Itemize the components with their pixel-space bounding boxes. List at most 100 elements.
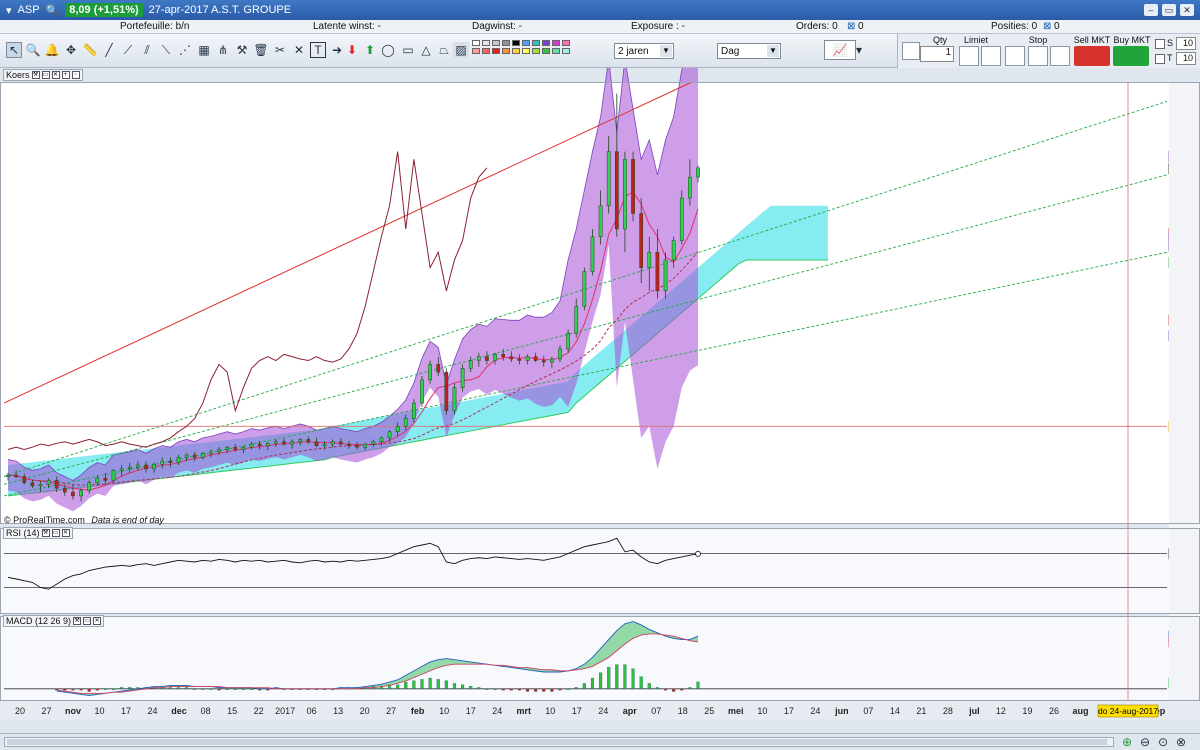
qty-input[interactable]: 1 <box>920 46 954 62</box>
candle-body <box>103 477 108 481</box>
macd-histogram-bar <box>461 684 465 689</box>
macd-histogram-bar <box>95 688 99 691</box>
swatch-dark-gray[interactable] <box>502 40 510 46</box>
candle-body <box>338 441 343 445</box>
delete-lines-icon[interactable]: ✕ <box>291 42 307 58</box>
swatch-lime[interactable] <box>532 48 540 54</box>
swatch-teal[interactable] <box>532 40 540 46</box>
maximize-button[interactable]: ▭ <box>1162 4 1176 16</box>
window-menu-icon[interactable]: ▾ <box>6 4 12 17</box>
alert-bell-icon[interactable]: 🔔 <box>44 42 60 58</box>
swatch-purple[interactable] <box>542 40 550 46</box>
limit-sell-icon[interactable] <box>959 46 979 66</box>
stop-buy-icon[interactable] <box>1028 46 1048 66</box>
swatch-white[interactable] <box>472 40 480 46</box>
swatch-aqua[interactable] <box>562 48 570 54</box>
close-icon[interactable]: ✕ <box>93 617 102 625</box>
swatch-magenta[interactable] <box>552 40 560 46</box>
arrow-right-icon[interactable]: ➜ <box>329 42 345 58</box>
chevron-down-icon[interactable]: ▼ <box>660 45 672 57</box>
crosshair-tool-icon[interactable]: ✥ <box>63 42 79 58</box>
trash-icon[interactable]: 🗑 <box>253 42 269 58</box>
zoom-out-icon[interactable]: ⊖ <box>1140 735 1150 749</box>
chart-canvas[interactable]: 98,57,56,55,554,543,58,23688,098,08007,2… <box>0 32 1200 733</box>
arrow-up-icon[interactable]: ⬆ <box>362 42 378 58</box>
fit-icon[interactable]: ⊙ <box>1158 735 1168 749</box>
horizontal-scrollbar[interactable] <box>4 737 1114 747</box>
close-button[interactable]: ✕ <box>1180 4 1194 16</box>
copyright-text: © ProRealTime.com <box>4 515 85 525</box>
expand-icon[interactable]: ▫ <box>71 71 80 79</box>
swatch-light-gray[interactable] <box>482 40 490 46</box>
swatch-light-red[interactable] <box>482 48 490 54</box>
swatch-orange[interactable] <box>502 48 510 54</box>
limit-buy-icon[interactable] <box>981 46 1001 66</box>
buy-market-button[interactable] <box>1113 46 1149 66</box>
x-axis-label: mei <box>728 706 744 716</box>
ray-tool-icon[interactable]: ⟋ <box>120 42 136 58</box>
swatch-mint[interactable] <box>552 48 560 54</box>
swatch-salmon[interactable] <box>472 48 480 54</box>
color-fill-icon[interactable]: ▨ <box>453 42 469 58</box>
candle-body <box>282 441 286 445</box>
swatch-pink[interactable] <box>562 40 570 46</box>
fan-tool-icon[interactable]: ⋰ <box>177 42 193 58</box>
swatch-gray[interactable] <box>492 40 500 46</box>
scissors-tool-icon[interactable]: ✂ <box>272 42 288 58</box>
ellipse-tool-icon[interactable]: ◯ <box>380 42 396 58</box>
hammer-tool-icon[interactable]: ⚒ <box>234 42 250 58</box>
period-select[interactable]: 2 jaren ▼ <box>614 43 674 59</box>
interval-select[interactable]: Dag ▼ <box>717 43 781 59</box>
swatch-green[interactable] <box>542 48 550 54</box>
t-value-input[interactable]: 10 <box>1176 52 1196 65</box>
s-value-input[interactable]: 10 <box>1176 37 1196 50</box>
zoom-tool-icon[interactable]: 🔍 <box>25 42 41 58</box>
window-icon[interactable]: ▭ <box>41 71 50 79</box>
extended-line-tool-icon[interactable]: ⟍ <box>158 42 174 58</box>
scroll-end-icon[interactable]: ⊗ <box>1176 735 1186 749</box>
wrench-icon[interactable]: ⚒ <box>31 71 40 79</box>
pointer-tool-icon[interactable]: ↖ <box>6 42 22 58</box>
candle-body <box>428 364 432 381</box>
chevron-down-icon[interactable]: ▾ <box>851 42 867 58</box>
trendline-tool-icon[interactable]: ╱ <box>101 42 117 58</box>
swatch-blue[interactable] <box>522 40 530 46</box>
order-settings-wrench-icon[interactable] <box>902 42 920 60</box>
ruler-tool-icon[interactable]: 📏 <box>82 42 98 58</box>
macd-histogram-bar <box>590 677 595 689</box>
scrollbar-thumb[interactable] <box>7 739 1107 745</box>
pitchfork-tool-icon[interactable]: ⋔ <box>215 42 231 58</box>
search-icon[interactable]: 🔍 <box>46 4 60 17</box>
zoom-in-icon[interactable]: ⊕ <box>1122 735 1132 749</box>
window-icon[interactable]: ▭ <box>83 617 92 625</box>
minimize-button[interactable]: – <box>1144 4 1158 16</box>
close-icon[interactable]: ✕ <box>51 71 60 79</box>
window-icon[interactable]: ▭ <box>51 529 60 537</box>
macd-histogram-bar <box>607 667 611 689</box>
fibonacci-tool-icon[interactable]: ▦ <box>196 42 212 58</box>
arrow-down-icon[interactable]: ⬇ <box>344 42 360 58</box>
stop-extra-icon[interactable] <box>1050 46 1070 66</box>
swatch-red[interactable] <box>492 48 500 54</box>
sell-market-button[interactable] <box>1074 46 1110 66</box>
stop-sell-icon[interactable] <box>1005 46 1025 66</box>
t-checkbox[interactable] <box>1155 54 1165 64</box>
orders-link-icon[interactable]: ⊠ <box>847 21 855 32</box>
wrench-icon[interactable]: ⚒ <box>73 617 82 625</box>
macd-histogram-bar <box>574 687 578 689</box>
chevron-down-icon[interactable]: ▼ <box>767 45 779 57</box>
wrench-icon[interactable]: ⚒ <box>41 529 50 537</box>
rectangle-tool-icon[interactable]: ▭ <box>400 42 416 58</box>
swatch-yellow[interactable] <box>522 48 530 54</box>
close-icon[interactable]: ✕ <box>61 529 70 537</box>
posities-link-icon[interactable]: ⊠ <box>1043 21 1051 32</box>
channel-tool-icon[interactable]: ⫽ <box>139 42 155 58</box>
swatch-amber[interactable] <box>512 48 520 54</box>
swatch-black[interactable] <box>512 40 520 46</box>
text-tool-icon[interactable]: T <box>310 42 326 58</box>
polygon-tool-icon[interactable]: ⏢ <box>436 42 452 58</box>
candle-body <box>265 443 270 446</box>
triangle-tool-icon[interactable]: △ <box>418 42 434 58</box>
add-icon[interactable]: + <box>61 71 70 79</box>
s-checkbox[interactable] <box>1155 39 1165 49</box>
